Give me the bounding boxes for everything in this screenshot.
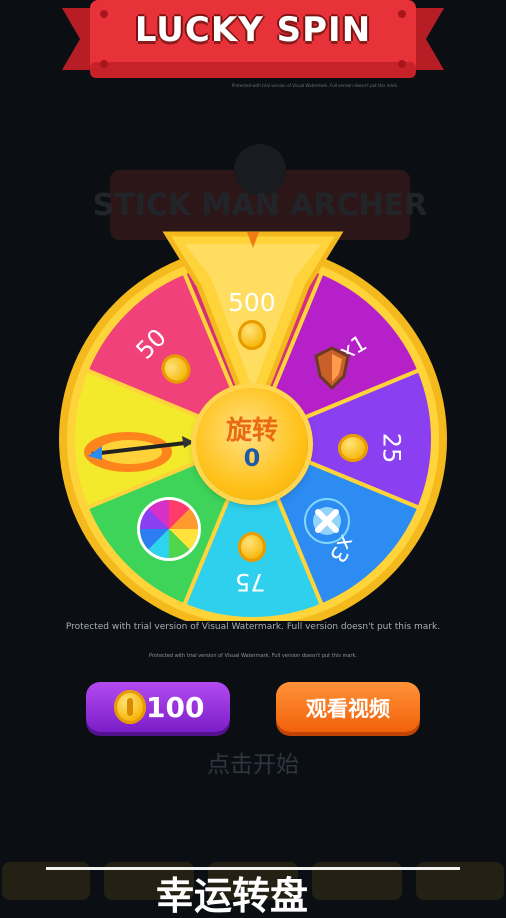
watermark-text-small: Protected with trial version of Visual W… [149,653,357,659]
flaming-arrow-icon [78,420,198,484]
shield-icon [312,346,352,394]
segment-label-25: 25 [377,432,406,464]
watch-video-label: 观看视频 [306,697,390,721]
coin-icon [114,690,146,724]
watch-video-button[interactable]: 观看视频 [276,682,420,732]
spin-label: 旋转 [225,416,278,446]
spin-count: 0 [243,444,261,472]
spin-hub-button[interactable]: 旋转 0 [196,388,308,500]
banner-title: LUCKY SPIN [134,10,372,50]
crosshair-icon [302,496,352,550]
spin-with-coins-button[interactable]: 100 [86,682,230,732]
banner-watermark-note: Protected with trial version of Visual W… [231,83,399,88]
segment-label-500: 500 [228,288,276,317]
coin-icon [338,434,368,462]
watermark-text: Protected with trial version of Visual W… [65,622,441,632]
background-logo-text: STICK MAN ARCHER [93,188,428,223]
coin-icon [238,320,266,350]
segment-label-75: 75 [235,568,266,596]
coin-icon [238,532,266,562]
bottom-title: 幸运转盘 [156,874,309,918]
lucky-spin-banner: LUCKY SPIN Protected with trial version … [62,0,444,88]
tap-to-start-hint: 点击开始 [207,752,299,778]
spin-cost: 100 [146,691,205,724]
color-wheel-icon [140,500,198,558]
divider [46,867,460,870]
